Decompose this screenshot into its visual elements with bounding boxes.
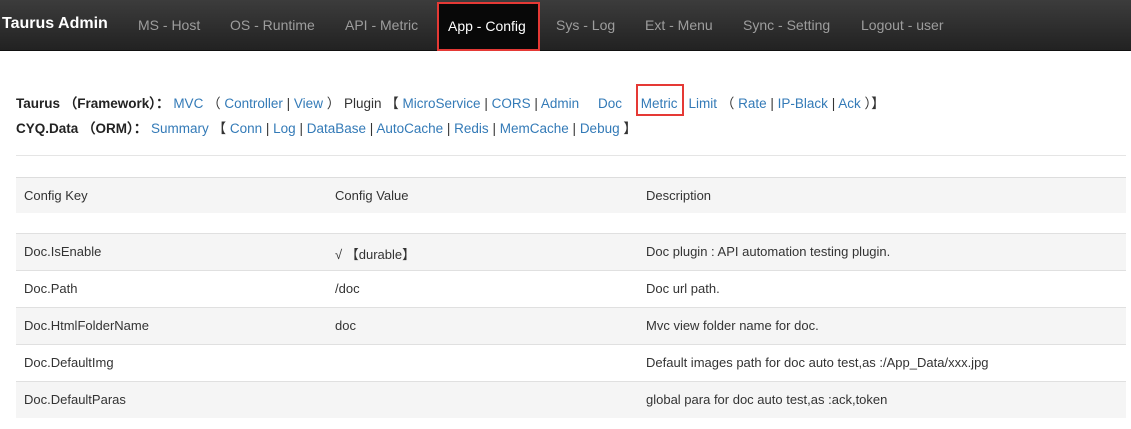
config-value: /doc xyxy=(335,281,360,296)
config-value: √ 【durable】 xyxy=(335,247,416,262)
header-description: Description xyxy=(646,188,712,203)
open-paren: （ xyxy=(207,96,221,111)
table-header: Config Key Config Value Description xyxy=(16,177,1126,213)
separator: | xyxy=(299,121,303,136)
link-view[interactable]: View xyxy=(294,96,323,111)
table-row: Doc.DefaultParas global para for doc aut… xyxy=(16,381,1126,418)
separator: | xyxy=(770,96,774,111)
nav-item-app-config-label: App - Config xyxy=(448,18,526,34)
config-key: Doc.DefaultParas xyxy=(24,392,126,407)
nav-item-ms-host[interactable]: MS - Host xyxy=(138,17,200,33)
separator: | xyxy=(534,96,538,111)
brand-title[interactable]: Taurus Admin xyxy=(2,15,108,33)
nav-item-sys-log[interactable]: Sys - Log xyxy=(556,17,615,33)
config-description: global para for doc auto test,as :ack,to… xyxy=(646,392,888,407)
separator: | xyxy=(484,96,488,111)
separator: | xyxy=(572,121,577,136)
nav-item-api-metric[interactable]: API - Metric xyxy=(345,17,418,33)
config-key: Doc.Path xyxy=(24,281,78,296)
nav-item-ext-menu[interactable]: Ext - Menu xyxy=(645,17,713,33)
separator: | xyxy=(265,121,270,136)
link-debug[interactable]: Debug xyxy=(580,121,620,136)
taurus-framework-label: Taurus （Framework）： xyxy=(16,96,170,111)
config-key: Doc.HtmlFolderName xyxy=(24,318,149,333)
taurus-links-row: Taurus （Framework）： MVC （ Controller | V… xyxy=(16,92,885,112)
open-paren: （ xyxy=(720,96,735,111)
nav-item-logout[interactable]: Logout - user xyxy=(861,17,944,33)
close-paren: ） xyxy=(326,96,341,111)
separator: | xyxy=(831,96,836,111)
nav-item-sync-setting[interactable]: Sync - Setting xyxy=(743,17,830,33)
table-row: Doc.HtmlFolderName doc Mvc view folder n… xyxy=(16,307,1126,344)
table-row: Doc.IsEnable √ 【durable】 Doc plugin : AP… xyxy=(16,233,1126,270)
config-description: Doc url path. xyxy=(646,281,720,296)
link-conn[interactable]: Conn xyxy=(230,121,262,136)
nav-item-app-config[interactable]: App - Config xyxy=(437,2,540,51)
doc-highlight-box xyxy=(636,84,684,116)
config-key: Doc.IsEnable xyxy=(24,244,102,259)
separator: | xyxy=(492,121,496,136)
open-bracket: 【 xyxy=(212,121,227,136)
config-description: Mvc view folder name for doc. xyxy=(646,318,819,333)
link-ack[interactable]: Ack xyxy=(838,96,861,111)
close-bracket: 】 xyxy=(623,121,637,136)
separator: | xyxy=(369,121,374,136)
separator: | xyxy=(286,96,291,111)
link-microservice[interactable]: MicroService xyxy=(403,96,481,111)
cyq-links-row: CYQ.Data （ORM）： Summary 【 Conn | Log | D… xyxy=(16,117,637,137)
link-mvc[interactable]: MVC xyxy=(173,96,203,111)
open-bracket: 【 xyxy=(385,96,399,111)
config-description: Default images path for doc auto test,as… xyxy=(646,355,989,370)
top-navbar: Taurus Admin MS - Host OS - Runtime API … xyxy=(0,0,1131,51)
header-config-key: Config Key xyxy=(24,188,88,203)
link-controller[interactable]: Controller xyxy=(224,96,283,111)
link-doc[interactable]: Doc xyxy=(598,96,622,111)
table-spacer xyxy=(16,213,1126,233)
table-row: Doc.Path /doc Doc url path. xyxy=(16,270,1126,307)
config-table: Config Key Config Value Description Doc.… xyxy=(16,177,1126,418)
table-row: Doc.DefaultImg Default images path for d… xyxy=(16,344,1126,381)
link-autocache[interactable]: AutoCache xyxy=(376,121,443,136)
config-description: Doc plugin : API automation testing plug… xyxy=(646,244,891,259)
link-limit[interactable]: Limit xyxy=(689,96,718,111)
link-cors[interactable]: CORS xyxy=(492,96,531,111)
link-summary[interactable]: Summary xyxy=(151,121,209,136)
nav-item-os-runtime[interactable]: OS - Runtime xyxy=(230,17,315,33)
link-ip-black[interactable]: IP-Black xyxy=(778,96,828,111)
close-paren-bracket: ）】 xyxy=(864,96,885,111)
link-database[interactable]: DataBase xyxy=(307,121,366,136)
link-memcache[interactable]: MemCache xyxy=(500,121,569,136)
link-admin[interactable]: Admin xyxy=(541,96,579,111)
link-log[interactable]: Log xyxy=(273,121,296,136)
link-rate[interactable]: Rate xyxy=(738,96,767,111)
config-key: Doc.DefaultImg xyxy=(24,355,114,370)
separator: | xyxy=(446,121,451,136)
section-divider xyxy=(16,155,1126,156)
cyq-orm-label: CYQ.Data （ORM）： xyxy=(16,121,148,136)
config-value: doc xyxy=(335,318,356,333)
link-redis[interactable]: Redis xyxy=(454,121,489,136)
header-config-value: Config Value xyxy=(335,188,409,203)
plugin-label: Plugin xyxy=(343,96,382,111)
